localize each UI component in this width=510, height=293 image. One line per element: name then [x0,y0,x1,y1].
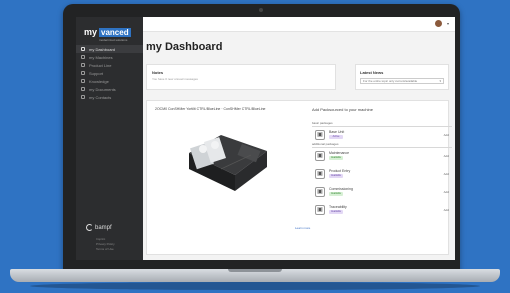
logo[interactable]: my vanced [84,27,131,37]
add-package-button[interactable]: Add [444,208,449,212]
list-item: ▣ Traceability Available Add [315,205,452,218]
package-icon: ▣ [315,130,325,140]
footer-link-terms[interactable]: Terms of Use [96,247,115,252]
add-package-button[interactable]: Add [444,154,449,158]
learn-more-link[interactable]: Learn more [295,226,310,230]
laptop-base [10,269,500,282]
sidebar-item-knowledge[interactable]: Knowledge [76,77,143,85]
page-title: my Dashboard [146,41,223,53]
footer-brand: bampf [86,224,112,231]
list-item: ▣ Product Entry Available Add [315,169,452,182]
chevron-down-icon: ▾ [439,79,441,83]
package-name: Commissioning [329,187,353,191]
add-packages-title: Add Packsourced to your machine [312,107,373,112]
sidebar-item-my-contacts[interactable]: my Contacts [76,93,143,101]
wrench-icon [81,55,85,59]
list-item: ▣ Base Unit Active Add [315,130,452,143]
logo-prefix: my [84,27,98,37]
notes-title: Notes [152,70,164,75]
sidebar-item-label: my Machines [89,54,113,60]
laptop-shadow [30,282,480,290]
news-card: Latest News For the entire topic only cu… [355,64,449,90]
sidebar-item-label: Knowledge [89,78,109,84]
divider [312,147,452,148]
package-name: Product Entry [329,169,351,173]
sidebar-item-my-documents[interactable]: my Documents [76,85,143,93]
news-title: Latest News [360,70,384,75]
news-select-value: For the entire topic only current/availa… [363,79,418,83]
sidebar-item-label: my Dashboard [89,46,116,52]
machine-card: 2OCM0 ConSHMer Yortilit CTRL/BlueLine · … [146,100,452,255]
list-item: ▣ Maintenance Available Add [315,151,452,164]
sidebar-item-product-line[interactable]: Product Line [76,61,143,69]
sidebar-item-label: my Documents [89,86,116,92]
machine-image [189,135,267,191]
folder-icon [81,87,85,91]
camera [259,8,263,12]
chevron-down-icon[interactable]: ▾ [447,21,449,26]
sidebar: my vanced modernized solutions my Dashbo… [76,17,143,260]
status-badge: Available [329,156,343,160]
base-notch [228,269,282,272]
add-package-button[interactable]: Add [444,190,449,194]
sidebar-item-support[interactable]: Support [76,69,143,77]
notes-subtitle: You have 0 new unread messages [152,77,198,81]
logo-tagline: modernized solutions [99,38,128,42]
divider [312,126,452,127]
sidebar-item-my-dashboard[interactable]: my Dashboard [76,45,143,53]
status-badge: Active [329,135,343,139]
package-icon: ▣ [315,169,325,179]
grid-icon [81,47,85,51]
sidebar-nav: my Dashboard my Machines Product Line Suppo… [76,45,143,101]
footer-brand-label: bampf [95,224,112,231]
contact-icon [81,95,85,99]
status-badge: Available [329,174,343,178]
package-name: Traceability [329,205,347,209]
status-badge: Available [329,210,343,214]
notes-card: Notes You have 0 new unread messages [146,64,336,90]
person-icon [81,71,85,75]
sidebar-item-my-machines[interactable]: my Machines [76,53,143,61]
add-package-button[interactable]: Add [444,133,449,137]
list-item: ▣ Commissioning Available Add [315,187,452,200]
sidebar-item-label: my Contacts [89,94,112,100]
footer-links: Imprint Privacy Policy Terms of Use [96,237,115,252]
package-name: Maintenance [329,151,350,155]
package-name: Base Unit [329,130,345,134]
package-icon: ▣ [315,151,325,161]
status-badge: Available [329,192,343,196]
topbar: ▾ [143,17,455,32]
bampf-logo-icon [86,224,93,231]
package-icon: ▣ [315,187,325,197]
sidebar-item-label: Product Line [89,62,112,68]
avatar[interactable] [435,20,442,27]
package-icon: ▣ [315,205,325,215]
screen: my vanced modernized solutions my Dashbo… [76,17,455,260]
section-basic-label: basic packages [312,121,333,125]
box-icon [81,63,85,67]
book-icon [81,79,85,83]
machine-title: 2OCM0 ConSHMer Yortilit CTRL/BlueLine · … [155,107,266,111]
news-select[interactable]: For the entire topic only current/availa… [360,78,444,84]
logo-word: vanced [99,27,131,37]
sidebar-item-label: Support [89,70,104,76]
add-package-button[interactable]: Add [444,172,449,176]
